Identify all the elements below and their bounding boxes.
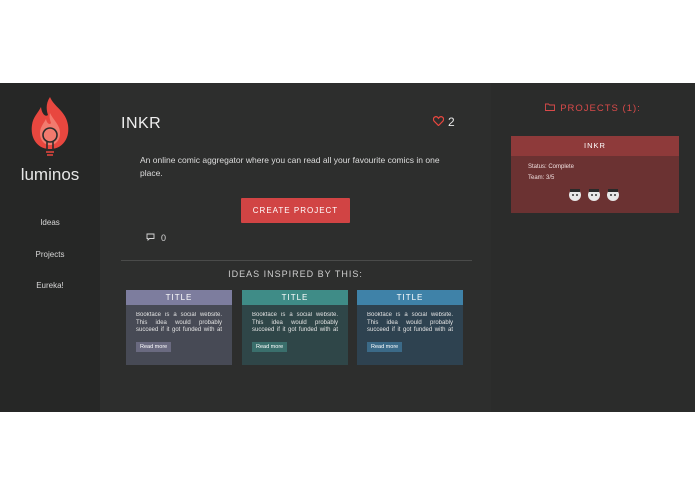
project-team: Team: 3/5 bbox=[528, 175, 555, 181]
card-body: Bookface is a social website. This idea … bbox=[242, 305, 348, 365]
card-body: Bookface is a social website. This idea … bbox=[126, 305, 232, 365]
idea-title: INKR bbox=[121, 115, 162, 132]
inspired-card: TITLE Bookface is a social website. This… bbox=[242, 290, 348, 365]
projects-heading: PROJECTS (1): bbox=[491, 103, 695, 114]
projects-panel: PROJECTS (1): INKR Status: Complete Team… bbox=[491, 83, 695, 412]
like-count: 2 bbox=[448, 115, 455, 129]
nav-item-ideas[interactable]: Ideas bbox=[0, 218, 100, 227]
flame-bulb-icon[interactable] bbox=[24, 93, 76, 163]
card-text: Bookface is a social website. This idea … bbox=[367, 312, 453, 335]
read-more-button[interactable]: Read more bbox=[367, 342, 403, 352]
team-avatars bbox=[567, 186, 621, 202]
folder-icon bbox=[545, 103, 556, 114]
comments-button[interactable]: 0 bbox=[146, 233, 166, 243]
card-text: Bookface is a social website. This idea … bbox=[252, 312, 338, 335]
project-name: INKR bbox=[511, 136, 679, 156]
avatar[interactable] bbox=[605, 186, 621, 202]
card-text: Bookface is a social website. This idea … bbox=[136, 312, 222, 335]
card-title: TITLE bbox=[126, 290, 232, 305]
speech-bubble-icon bbox=[146, 233, 155, 243]
inspired-card: TITLE Bookface is a social website. This… bbox=[357, 290, 463, 365]
section-divider bbox=[121, 260, 472, 261]
heart-outline-icon bbox=[432, 115, 445, 129]
like-button[interactable]: 2 bbox=[432, 115, 455, 129]
card-body: Bookface is a social website. This idea … bbox=[357, 305, 463, 365]
avatar[interactable] bbox=[567, 186, 583, 202]
nav-item-eureka[interactable]: Eureka! bbox=[0, 281, 100, 290]
avatar[interactable] bbox=[586, 186, 602, 202]
read-more-button[interactable]: Read more bbox=[136, 342, 172, 352]
comment-count: 0 bbox=[161, 233, 167, 243]
nav-item-projects[interactable]: Projects bbox=[0, 250, 100, 259]
inspired-heading: IDEAS INSPIRED BY THIS: bbox=[228, 269, 363, 279]
idea-description: An online comic aggregator where you can… bbox=[140, 155, 440, 178]
inspired-card: TITLE Bookface is a social website. This… bbox=[126, 290, 232, 365]
projects-heading-label: PROJECTS (1): bbox=[560, 103, 641, 114]
app-window: luminos Ideas Projects Eureka! INKR 2 An… bbox=[0, 83, 695, 412]
brand-name: luminos bbox=[20, 165, 80, 184]
read-more-button[interactable]: Read more bbox=[252, 342, 288, 352]
create-project-button[interactable]: CREATE PROJECT bbox=[241, 198, 350, 223]
card-title: TITLE bbox=[242, 290, 348, 305]
project-card[interactable]: INKR Status: Complete Team: 3/5 bbox=[511, 136, 679, 213]
card-title: TITLE bbox=[357, 290, 463, 305]
sidebar: luminos Ideas Projects Eureka! bbox=[0, 83, 100, 412]
idea-detail: INKR 2 An online comic aggregator where … bbox=[100, 83, 491, 412]
project-status: Status: Complete bbox=[528, 164, 575, 170]
